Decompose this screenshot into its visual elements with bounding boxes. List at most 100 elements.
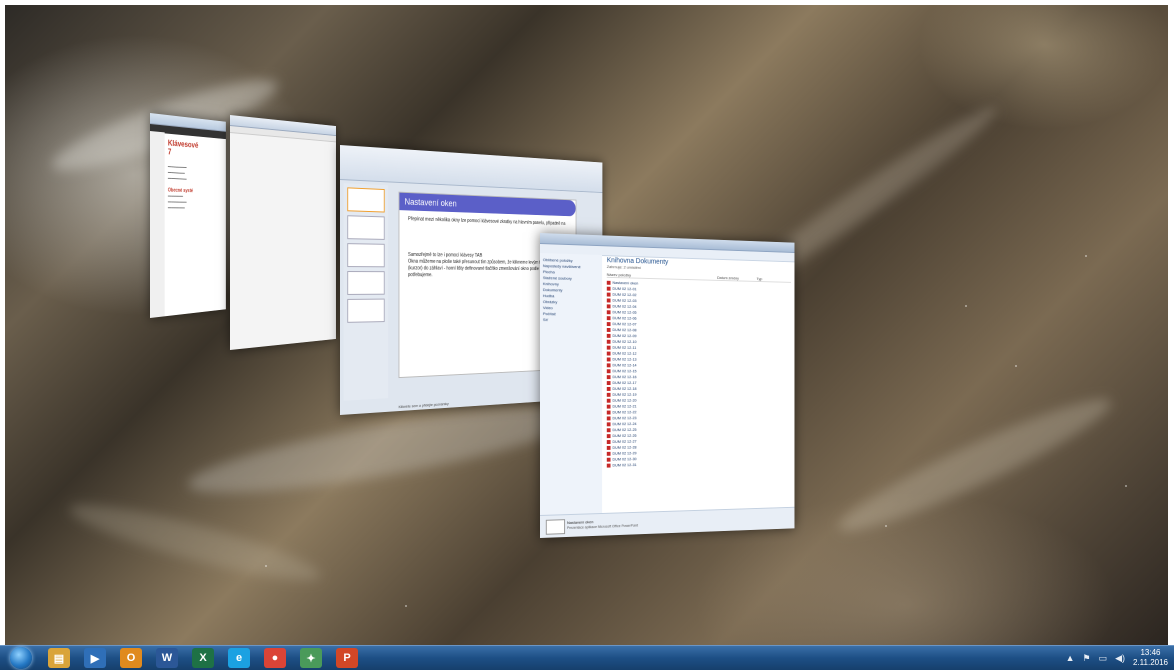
file-name: DUM 02 12-26 <box>612 432 637 439</box>
network-icon[interactable]: ▭ <box>1099 653 1108 664</box>
file-name: DUM 02 12-05 <box>612 309 637 315</box>
app-taskbar-button[interactable]: ✦ <box>300 648 322 668</box>
show-hidden-icons-icon[interactable]: ▲ <box>1066 653 1075 663</box>
details-name: Nastavení oken <box>566 519 594 526</box>
file-name: DUM 02 12-10 <box>612 338 637 345</box>
file-name: DUM 02 12-11 <box>612 344 637 350</box>
pdf-file-icon <box>606 298 611 303</box>
chrome-taskbar-button[interactable]: ● <box>264 648 286 668</box>
pdf-file-icon <box>606 457 611 462</box>
app-icon: ✦ <box>306 652 316 665</box>
pdf-file-icon <box>606 428 611 433</box>
pdf-file-icon <box>606 404 611 409</box>
desktop-background[interactable]: Klávesové 7 ━━━━━━━━━━ ━━━━━━━━━ ━━━━━━━… <box>5 5 1168 645</box>
pdf-file-icon <box>606 363 611 368</box>
file-name: DUM 02 12-14 <box>612 362 637 368</box>
pdf-file-icon <box>606 327 611 332</box>
pdf-file-icon <box>606 310 611 315</box>
pdf-file-icon <box>606 345 611 350</box>
pdf-file-icon <box>606 416 611 421</box>
date-column-header[interactable]: Datum změny <box>717 275 756 281</box>
file-name: DUM 02 12-21 <box>612 403 637 409</box>
file-name: DUM 02 12-30 <box>612 456 637 462</box>
pdf-file-icon <box>606 434 611 439</box>
pdf-file-icon <box>606 422 611 427</box>
powerpoint-taskbar-button[interactable]: P <box>336 648 358 668</box>
file-name: DUM 02 12-17 <box>612 380 637 386</box>
file-name: DUM 02 12-04 <box>612 303 637 309</box>
volume-icon[interactable]: ◀) <box>1115 653 1125 664</box>
powerpoint-icon: P <box>343 652 351 664</box>
media-player-icon: ▶ <box>90 652 100 665</box>
file-name: DUM 02 12-23 <box>612 415 637 421</box>
file-name: DUM 02 12-01 <box>612 285 637 292</box>
pdf-file-icon <box>606 392 611 397</box>
pdf-file-icon <box>606 333 611 338</box>
name-column-header[interactable]: Název položky <box>607 272 717 280</box>
outlook-icon: O <box>126 652 136 664</box>
word-icon: W <box>161 652 173 664</box>
pdf-file-icon <box>606 280 611 285</box>
explorer-window-thumbnail[interactable]: Oblíbené položky Naposledy navštívené Ploc… <box>540 233 795 538</box>
screen-frame: Klávesové 7 ━━━━━━━━━━ ━━━━━━━━━ ━━━━━━━… <box>0 0 1174 670</box>
word-taskbar-button[interactable]: W <box>156 648 178 668</box>
pdf-file-icon <box>606 286 611 291</box>
file-name: DUM 02 12-12 <box>612 350 637 356</box>
file-name: DUM 02 12-06 <box>612 315 637 321</box>
pdf-file-icon <box>606 439 611 444</box>
pdf-file-icon <box>606 451 611 456</box>
file-name: DUM 02 12-29 <box>612 450 637 456</box>
pdf-file-icon <box>606 463 611 468</box>
pdf-file-icon <box>606 381 611 385</box>
clock[interactable]: 13:46 2.11.2016 <box>1133 648 1168 668</box>
explorer-taskbar-button[interactable]: ▤ <box>48 648 70 668</box>
browser-window-2-thumbnail[interactable] <box>230 115 336 350</box>
excel-taskbar-button[interactable]: X <box>192 648 214 668</box>
file-name: DUM 02 12-18 <box>612 385 637 391</box>
pdf-file-icon <box>606 369 611 374</box>
file-name: DUM 02 12-20 <box>612 397 637 403</box>
pdf-file-icon <box>606 445 611 450</box>
pdf-file-icon <box>606 375 611 380</box>
ie-taskbar-button[interactable]: e <box>228 648 250 668</box>
file-name: DUM 02 12-08 <box>612 327 637 333</box>
pdf-file-icon <box>606 292 611 297</box>
file-name: DUM 02 12-27 <box>612 438 637 444</box>
file-name: DUM 02 12-31 <box>612 462 637 468</box>
pdf-file-icon <box>606 386 611 391</box>
outlook-taskbar-button[interactable]: O <box>120 648 142 668</box>
clock-date: 2.11.2016 <box>1133 658 1168 667</box>
file-name: DUM 02 12-19 <box>612 391 637 397</box>
slides-pane <box>343 183 389 401</box>
explorer-navigation-pane[interactable]: Oblíbené položky Naposledy navštívené Ploc… <box>540 253 603 538</box>
file-name: DUM 02 12-07 <box>612 321 637 327</box>
file-name: DUM 02 12-03 <box>612 297 637 304</box>
file-name: DUM 02 12-25 <box>612 426 637 433</box>
browser-window-thumbnail[interactable]: Klávesové 7 ━━━━━━━━━━ ━━━━━━━━━ ━━━━━━━… <box>150 113 226 318</box>
pdf-file-icon <box>606 316 611 321</box>
notes-placeholder[interactable]: Klikněte sem a přidejte poznámky <box>399 401 449 409</box>
file-name: DUM 02 12-13 <box>612 356 637 362</box>
pdf-file-icon <box>606 339 611 344</box>
pdf-file-icon <box>606 304 611 309</box>
file-name: DUM 02 12-02 <box>612 291 637 298</box>
pdf-file-icon <box>606 322 611 327</box>
action-center-flag-icon[interactable]: ⚑ <box>1082 653 1090 664</box>
file-name: DUM 02 12-28 <box>612 444 637 450</box>
file-name: DUM 02 12-24 <box>612 421 637 427</box>
clock-time: 13:46 <box>1140 648 1161 657</box>
file-name: DUM 02 12-22 <box>612 409 637 415</box>
start-button[interactable] <box>10 647 32 669</box>
media-player-taskbar-button[interactable]: ▶ <box>84 648 106 668</box>
ie-icon: e <box>235 652 243 664</box>
nav-item[interactable]: Síť <box>543 317 599 324</box>
file-list[interactable]: Nastavení oken DUM 02 12-01 DUM 02 12-02 DU… <box>606 279 791 469</box>
system-tray: ▲ ⚑ ▭ ◀) 13:46 2.11.2016 <box>1066 646 1168 670</box>
file-name: Nastavení oken <box>612 279 639 286</box>
chrome-icon: ● <box>271 652 279 664</box>
type-column-header[interactable]: Typ <box>757 276 791 282</box>
pdf-file-icon <box>606 357 611 362</box>
pdf-file-icon <box>606 410 611 415</box>
pdf-file-icon <box>606 351 611 356</box>
excel-icon: X <box>199 652 207 664</box>
